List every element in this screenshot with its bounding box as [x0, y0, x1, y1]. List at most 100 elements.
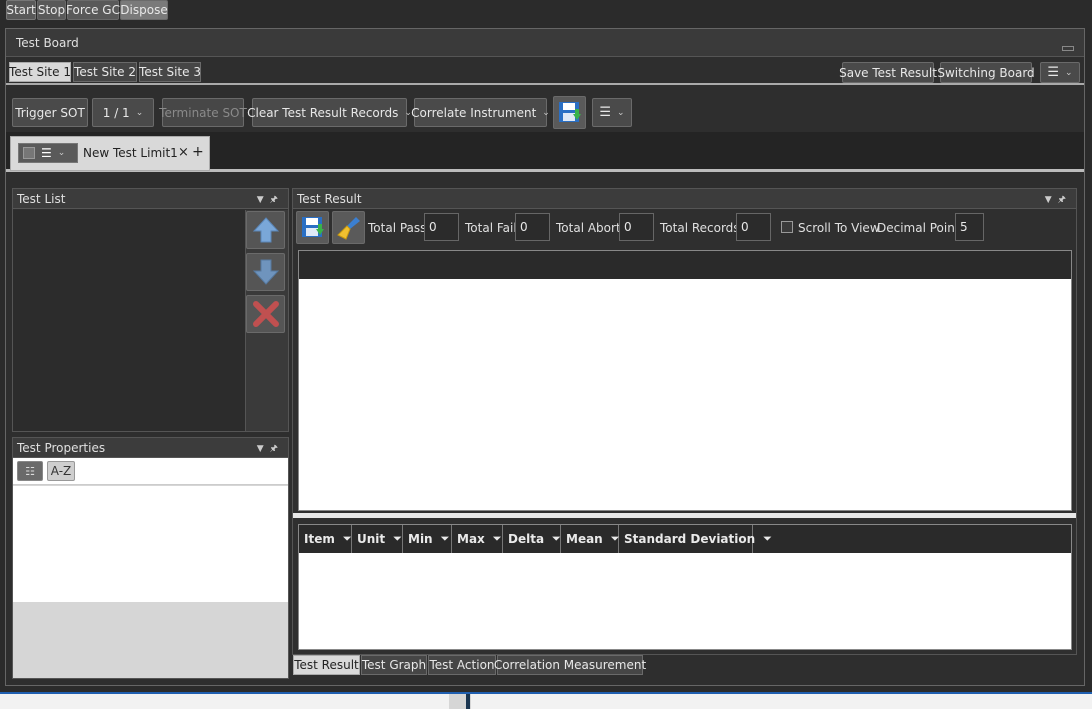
- total-abort-field[interactable]: 0: [619, 213, 654, 241]
- chevron-down-icon: ⌄: [542, 107, 550, 118]
- arrow-down-icon: [252, 259, 279, 285]
- test-result-title: Test Result: [297, 191, 362, 206]
- move-down-button[interactable]: [246, 253, 285, 291]
- pin-icon[interactable]: 🖈: [270, 444, 284, 454]
- dropdown-icon[interactable]: ▼: [1045, 195, 1058, 205]
- chevron-down-icon: ⌄: [135, 107, 144, 118]
- limit-tab-name: New Test Limit1: [83, 146, 178, 160]
- site-tab-divider: [6, 83, 1084, 85]
- save-disk-icon: [301, 216, 324, 237]
- total-records-label: Total Records:: [660, 221, 744, 235]
- test-properties-header: Test Properties ▼🖈: [13, 438, 288, 458]
- add-tab-icon[interactable]: +: [192, 144, 204, 160]
- broom-icon: [336, 216, 360, 240]
- terminate-sot-button[interactable]: Terminate SOT: [159, 98, 247, 127]
- column-min-label: Min: [408, 532, 433, 546]
- filter-icon[interactable]: ⏷: [343, 532, 352, 546]
- toolbar-menu-button[interactable]: ☰ ⌄: [592, 98, 632, 127]
- clear-records-label: Clear Test Result Records: [247, 105, 399, 120]
- arrow-up-icon: [252, 217, 279, 243]
- categorized-list-icon: ☷: [25, 464, 35, 478]
- clear-results-button[interactable]: [332, 211, 365, 244]
- bottom-splitter-line: [466, 694, 470, 709]
- total-fail-field[interactable]: 0: [515, 213, 550, 241]
- test-list-header: Test List ▼🖈: [13, 189, 288, 209]
- limit-tab-menu[interactable]: ☰ ⌄: [18, 143, 78, 163]
- tab-test-graph[interactable]: Test Graph: [361, 655, 427, 675]
- alphabetical-sort-button[interactable]: A-Z: [47, 461, 75, 481]
- tab-test-site-2[interactable]: Test Site 2: [73, 62, 137, 82]
- column-mean-label: Mean: [566, 532, 603, 546]
- trigger-sot-button[interactable]: Trigger SOT: [12, 98, 88, 127]
- site-menu-button[interactable]: ☰ ⌄: [1040, 62, 1080, 83]
- minimize-icon[interactable]: [1062, 46, 1074, 51]
- dispose-button[interactable]: Dispose: [120, 0, 168, 20]
- tab-test-site-1[interactable]: Test Site 1: [9, 62, 71, 82]
- bottom-area: [0, 692, 1092, 709]
- total-pass-field[interactable]: 0: [424, 213, 459, 241]
- total-fail-label: Total Fail:: [465, 221, 521, 235]
- hamburger-icon: ☰: [599, 105, 612, 120]
- save-test-result-button[interactable]: Save Test Result: [839, 62, 937, 83]
- site-count-value: 1 / 1: [102, 105, 130, 120]
- properties-grid: [13, 486, 288, 602]
- pin-icon[interactable]: 🖈: [1058, 195, 1072, 205]
- pin-icon[interactable]: 🖈: [270, 195, 284, 205]
- column-standard-deviation[interactable]: Standard Deviation ⏷: [619, 525, 772, 553]
- decimal-point-field[interactable]: 5: [955, 213, 984, 241]
- scroll-to-view-checkbox[interactable]: [781, 221, 793, 233]
- decimal-point-label: Decimal Point:: [877, 221, 964, 235]
- correlate-instrument-label: Correlate Instrument: [411, 105, 537, 120]
- tab-test-action[interactable]: Test Action: [428, 655, 496, 675]
- save-disk-icon: [558, 101, 581, 122]
- filter-icon[interactable]: ⏷: [763, 532, 772, 546]
- delete-test-button[interactable]: [246, 295, 285, 333]
- save-disk-button[interactable]: [553, 96, 586, 129]
- board-title: Test Board: [16, 36, 79, 50]
- test-list-title: Test List: [17, 191, 66, 206]
- clear-records-button[interactable]: Clear Test Result Records ⌄: [247, 98, 412, 127]
- filter-icon[interactable]: ⏷: [441, 532, 450, 546]
- dropdown-icon[interactable]: ▼: [257, 195, 270, 205]
- switching-board-button[interactable]: Switching Board: [937, 62, 1035, 83]
- move-up-button[interactable]: [246, 211, 285, 249]
- filter-icon[interactable]: ⏷: [393, 532, 402, 546]
- column-max-label: Max: [457, 532, 485, 546]
- hamburger-icon: ☰: [1047, 65, 1060, 80]
- test-board-header: [6, 29, 1084, 57]
- start-button[interactable]: Start: [6, 0, 36, 20]
- total-pass-label: Total Pass:: [368, 221, 431, 235]
- dropdown-icon[interactable]: ▼: [257, 444, 270, 454]
- column-unit-label: Unit: [357, 532, 386, 546]
- result-grid: [298, 250, 1072, 511]
- stop-button[interactable]: Stop: [37, 0, 66, 20]
- column-unit[interactable]: Unit ⏷: [352, 525, 403, 553]
- column-item[interactable]: Item ⏷: [299, 525, 352, 553]
- correlate-instrument-button[interactable]: Correlate Instrument ⌄: [411, 98, 550, 127]
- total-records-field[interactable]: 0: [736, 213, 771, 241]
- delete-x-icon: [252, 301, 279, 327]
- tab-correlation-measurement[interactable]: Correlation Measurement: [494, 655, 646, 675]
- bottom-accent-line: [0, 692, 1092, 694]
- hamburger-icon: ☰: [41, 146, 52, 160]
- checkbox-icon: [23, 147, 35, 159]
- stats-grid-header: Item ⏷ Unit ⏷ Min ⏷ Max ⏷ Delta ⏷ Mean ⏷ Stand…: [299, 525, 1071, 553]
- force-gc-button[interactable]: Force GC: [66, 0, 120, 20]
- close-tab-icon[interactable]: ×: [178, 145, 189, 160]
- scroll-to-view-label: Scroll To View: [798, 221, 880, 235]
- tab-test-site-3[interactable]: Test Site 3: [139, 62, 201, 82]
- column-max[interactable]: Max ⏷: [452, 525, 503, 553]
- column-delta[interactable]: Delta ⏷: [503, 525, 561, 553]
- filter-icon[interactable]: ⏷: [552, 532, 561, 546]
- total-abort-label: Total Abort:: [556, 221, 625, 235]
- categorized-view-button[interactable]: ☷: [17, 461, 43, 481]
- column-mean[interactable]: Mean ⏷: [561, 525, 620, 553]
- column-item-label: Item: [304, 532, 335, 546]
- export-results-button[interactable]: [296, 211, 329, 244]
- site-count-select[interactable]: 1 / 1 ⌄: [92, 98, 154, 127]
- grid-splitter[interactable]: [293, 513, 1076, 518]
- chevron-down-icon: ⌄: [1065, 67, 1073, 78]
- column-min[interactable]: Min ⏷: [403, 525, 452, 553]
- filter-icon[interactable]: ⏷: [493, 532, 502, 546]
- tab-test-result[interactable]: Test Result: [293, 655, 360, 675]
